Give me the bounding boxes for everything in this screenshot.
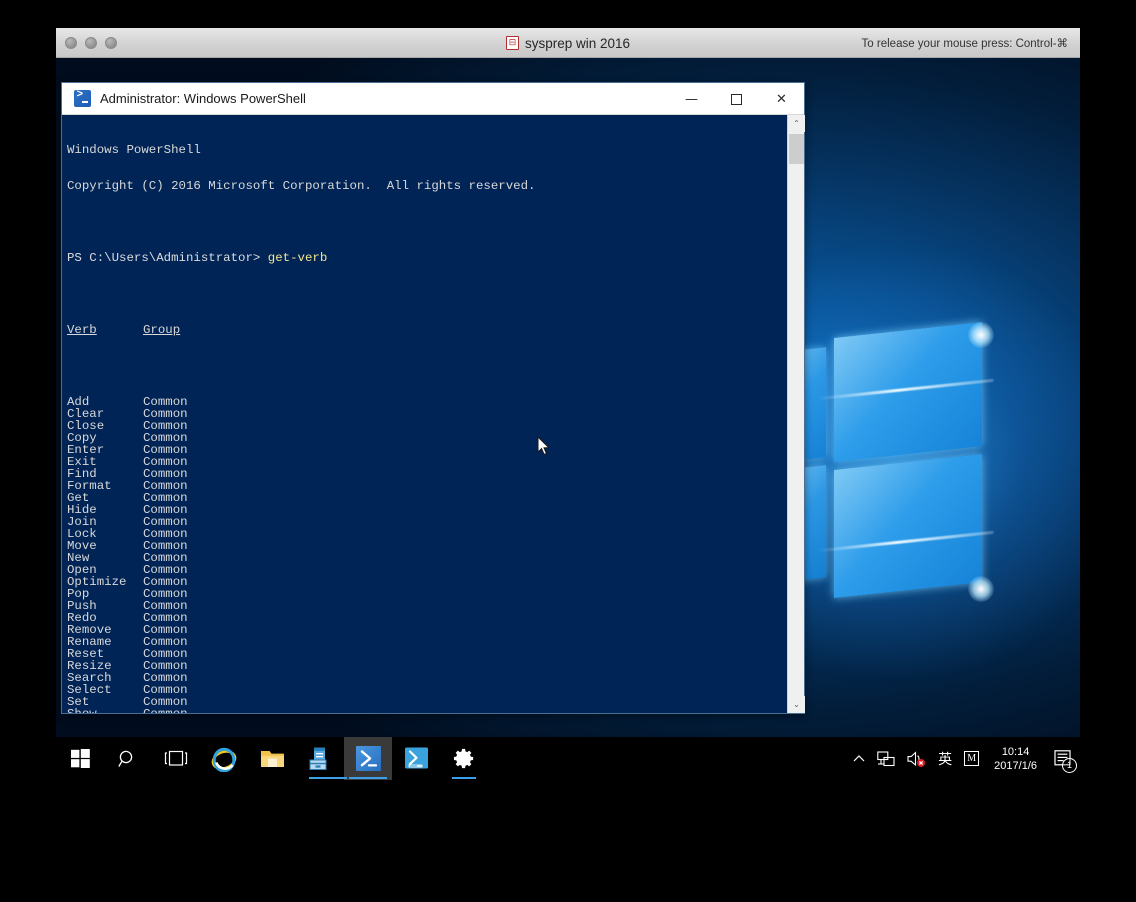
prompt-line: PS C:\Users\Administrator> get-verb: [67, 252, 787, 264]
settings-button[interactable]: [440, 737, 488, 780]
minimize-icon[interactable]: —: [669, 83, 714, 115]
show-hidden-icons-button[interactable]: [847, 737, 871, 780]
start-button[interactable]: [56, 737, 104, 780]
search-button[interactable]: [104, 737, 152, 780]
banner-line: Windows PowerShell: [67, 144, 787, 156]
notification-count-badge: 1: [1062, 758, 1077, 773]
running-indicator: [452, 777, 476, 780]
action-center-button[interactable]: 1: [1046, 737, 1080, 780]
console-output[interactable]: Windows PowerShell Copyright (C) 2016 Mi…: [62, 115, 787, 713]
blank-line: [67, 288, 787, 300]
verb-row: ShowCommon: [67, 708, 787, 713]
ime-language-button[interactable]: 英: [932, 737, 958, 780]
powershell-titlebar[interactable]: Administrator: Windows PowerShell — ✕: [62, 83, 804, 115]
prompt-text: PS C:\Users\Administrator>: [67, 251, 260, 265]
network-icon: [877, 751, 895, 767]
internet-explorer-button[interactable]: [200, 737, 248, 780]
windows-logo-icon: [71, 749, 90, 768]
windows-taskbar[interactable]: 英 M 10:14 2017/1/6 1: [56, 737, 1080, 780]
file-explorer-button[interactable]: [248, 737, 296, 780]
table-header: VerbGroup: [67, 324, 787, 336]
verb-table: AddCommonClearCommonCloseCommonCopyCommo…: [67, 396, 787, 713]
column-header-group: Group: [143, 324, 180, 336]
powershell-icon: [356, 746, 381, 771]
windows-desktop[interactable]: Administrator: Windows PowerShell — ✕ Wi…: [56, 58, 1080, 780]
powershell-ise-icon: [404, 747, 429, 770]
clock-date: 2017/1/6: [994, 759, 1037, 773]
blank-line: [67, 360, 787, 372]
mouse-cursor: [537, 436, 551, 456]
powershell-ise-button[interactable]: [392, 737, 440, 780]
blank-line: [67, 216, 787, 228]
task-view-icon: [164, 750, 188, 767]
verb-group: Common: [143, 707, 188, 713]
window-controls: — ✕: [669, 83, 804, 115]
chevron-up-icon: [853, 754, 865, 763]
running-indicator: [349, 777, 387, 780]
scroll-down-arrow-icon[interactable]: ⌄: [788, 696, 805, 713]
powershell-window-title: Administrator: Windows PowerShell: [100, 91, 306, 106]
entered-command: get-verb: [268, 251, 328, 265]
powershell-body: Windows PowerShell Copyright (C) 2016 Mi…: [62, 115, 804, 713]
system-tray[interactable]: 英 M 10:14 2017/1/6 1: [847, 737, 1080, 780]
windows-hero-wallpaper-icon: [798, 318, 1028, 598]
ime-label: 英: [938, 749, 952, 769]
file-explorer-icon: [260, 748, 285, 769]
vm-titlebar: ⊟ sysprep win 2016 To release your mouse…: [56, 28, 1080, 58]
volume-button[interactable]: [901, 737, 932, 780]
scroll-up-arrow-icon[interactable]: ⌃: [788, 115, 805, 132]
maximize-icon[interactable]: [714, 83, 759, 115]
vm-app-icon: ⊟: [506, 36, 519, 50]
prompt-space: [260, 251, 267, 265]
verb-name: Show: [67, 708, 143, 713]
vm-title: sysprep win 2016: [525, 36, 630, 51]
mouse-release-hint: To release your mouse press: Control-⌘: [862, 28, 1068, 58]
column-header-verb: Verb: [67, 324, 143, 336]
powershell-window[interactable]: Administrator: Windows PowerShell — ✕ Wi…: [61, 82, 805, 714]
task-view-button[interactable]: [152, 737, 200, 780]
close-icon[interactable]: ✕: [759, 83, 804, 115]
ime-app-label: M: [964, 751, 979, 766]
maximize-square-icon: [731, 94, 742, 105]
console-scrollbar[interactable]: ⌃ ⌄: [787, 115, 804, 713]
internet-explorer-icon: [211, 746, 237, 772]
ime-app-button[interactable]: M: [958, 737, 985, 780]
network-button[interactable]: [871, 737, 901, 780]
server-manager-button[interactable]: [296, 737, 344, 780]
clock-time: 10:14: [1002, 745, 1030, 759]
server-manager-icon: [308, 747, 333, 771]
clock[interactable]: 10:14 2017/1/6: [985, 737, 1046, 780]
scrollbar-thumb[interactable]: [789, 134, 804, 164]
gear-icon: [453, 747, 476, 770]
search-icon: [118, 749, 138, 769]
running-indicator: [309, 777, 347, 780]
virtual-machine-window: ⊟ sysprep win 2016 To release your mouse…: [56, 28, 1080, 780]
volume-muted-icon: [907, 751, 926, 767]
windows-powershell-button[interactable]: [344, 737, 392, 780]
powershell-icon: [74, 90, 91, 107]
banner-line: Copyright (C) 2016 Microsoft Corporation…: [67, 180, 787, 192]
